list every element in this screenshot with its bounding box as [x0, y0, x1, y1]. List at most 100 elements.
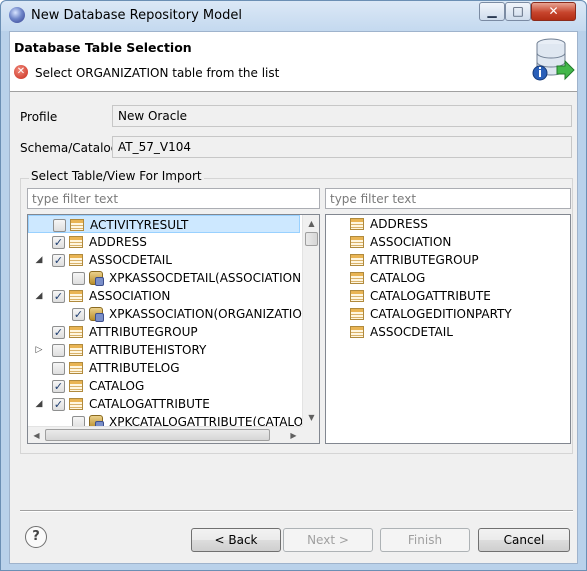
list-item[interactable]: CATALOGEDITIONPARTY [326, 305, 566, 323]
finish-button[interactable]: Finish [380, 528, 470, 552]
minimize-button[interactable]: ▁ [479, 2, 505, 21]
tree-item-label: CATALOGATTRIBUTE [89, 397, 210, 411]
tree-item[interactable]: XPKASSOCDETAIL(ASSOCIATION) [28, 269, 306, 287]
back-button[interactable]: < Back [191, 528, 281, 552]
title-bar[interactable]: New Database Repository Model ▁ □ ✕ [1, 1, 586, 31]
table-icon [69, 236, 83, 248]
list-item[interactable]: CATALOGATTRIBUTE [326, 287, 566, 305]
table-icon [350, 218, 364, 230]
list-item-label: ADDRESS [370, 217, 428, 231]
tree-item-label: ATTRIBUTEGROUP [89, 325, 198, 339]
index-icon [89, 307, 104, 322]
selected-tables-list[interactable]: ADDRESS ASSOCIATION ATTRIBUTEGROUP CATALOG C… [325, 214, 571, 444]
tree-item-label: ATTRIBUTELOG [89, 361, 180, 375]
window-title: New Database Repository Model [31, 8, 242, 23]
expand-toggle-icon[interactable]: ▷ [34, 341, 44, 359]
tree-item-checkbox[interactable]: ✓ [72, 308, 85, 321]
schema-catalog-field: AT_57_V104 [112, 136, 572, 158]
table-icon [69, 290, 83, 302]
tree-item[interactable]: ATTRIBUTELOG [28, 359, 300, 377]
dialog-window: New Database Repository Model ▁ □ ✕ Data… [0, 0, 587, 571]
list-item[interactable]: CATALOG [326, 269, 566, 287]
tree-item-checkbox[interactable] [52, 344, 65, 357]
next-button[interactable]: Next > [283, 528, 373, 552]
tree-item-checkbox[interactable] [53, 219, 66, 232]
table-icon [350, 326, 364, 338]
tree-horizontal-scrollbar[interactable]: ◀ ▶ [28, 426, 302, 443]
list-item[interactable]: ASSOCIATION [326, 233, 566, 251]
table-tree[interactable]: ACTIVITYRESULT ✓ ADDRESS ◢ ✓ ASSOCDETAIL XPKAS… [27, 214, 320, 444]
table-icon [350, 236, 364, 248]
horizontal-scroll-thumb[interactable] [45, 429, 270, 441]
tree-item-checkbox[interactable]: ✓ [52, 290, 65, 303]
tree-item[interactable]: ✓ ATTRIBUTEGROUP [28, 323, 300, 341]
collapse-toggle-icon[interactable]: ◢ [34, 395, 44, 413]
tree-item-label: ADDRESS [89, 235, 147, 249]
selected-filter-input[interactable] [325, 188, 571, 209]
tree-item[interactable]: ✓ XPKASSOCIATION(ORGANIZATION) [28, 305, 315, 323]
tree-item[interactable]: ▷ ATTRIBUTEHISTORY [28, 341, 300, 359]
list-item-label: ASSOCIATION [370, 235, 452, 249]
table-icon [69, 344, 83, 356]
table-icon [69, 362, 83, 374]
tree-item-checkbox[interactable] [72, 272, 85, 285]
schema-catalog-label: Schema/Catalog [20, 141, 119, 155]
database-wizard-icon [532, 38, 575, 81]
scroll-up-icon[interactable]: ▲ [303, 215, 319, 232]
close-button[interactable]: ✕ [531, 2, 576, 21]
vertical-scroll-thumb[interactable] [305, 232, 318, 246]
list-item-label: ASSOCDETAIL [370, 325, 453, 339]
scrollbar-corner [302, 426, 319, 443]
tree-item-checkbox[interactable]: ✓ [52, 254, 65, 267]
help-button[interactable]: ? [25, 526, 47, 548]
tree-item[interactable]: ◢ ✓ CATALOGATTRIBUTE [28, 395, 300, 413]
tree-item[interactable]: ✓ CATALOG [28, 377, 300, 395]
list-item-label: CATALOGEDITIONPARTY [370, 307, 512, 321]
tree-item-checkbox[interactable] [52, 362, 65, 375]
tree-item-label: XPKASSOCIATION(ORGANIZATION) [109, 307, 316, 321]
profile-field: New Oracle [112, 105, 572, 127]
tree-item[interactable]: ◢ ✓ ASSOCDETAIL [28, 251, 300, 269]
table-filter-input[interactable] [27, 188, 320, 209]
list-item-label: ATTRIBUTEGROUP [370, 253, 479, 267]
tree-item-checkbox[interactable]: ✓ [52, 326, 65, 339]
app-globe-icon [9, 7, 25, 23]
table-icon [350, 290, 364, 302]
table-icon [350, 254, 364, 266]
tree-item-checkbox[interactable]: ✓ [52, 398, 65, 411]
group-title: Select Table/View For Import [29, 169, 204, 183]
tree-item-label: ATTRIBUTEHISTORY [89, 343, 207, 357]
maximize-button[interactable]: □ [505, 2, 531, 21]
list-item[interactable]: ADDRESS [326, 215, 566, 233]
collapse-toggle-icon[interactable]: ◢ [34, 287, 44, 305]
scroll-left-icon[interactable]: ◀ [28, 427, 45, 443]
dialog-body: Database Table Selection ✕ Select ORGANI… [9, 31, 578, 564]
collapse-toggle-icon[interactable]: ◢ [34, 251, 44, 269]
tree-item[interactable]: ACTIVITYRESULT [28, 215, 300, 233]
button-bar-separator [20, 510, 573, 512]
error-icon: ✕ [14, 65, 28, 79]
tree-item[interactable]: ✓ ADDRESS [28, 233, 300, 251]
list-item[interactable]: ASSOCDETAIL [326, 323, 566, 341]
cancel-button[interactable]: Cancel [478, 528, 570, 552]
tree-item-label: CATALOG [89, 379, 145, 393]
table-icon [350, 272, 364, 284]
table-icon [69, 326, 83, 338]
profile-label: Profile [20, 110, 58, 124]
scroll-right-icon[interactable]: ▶ [285, 427, 302, 443]
tree-item-label: ASSOCDETAIL [89, 253, 172, 267]
list-item[interactable]: ATTRIBUTEGROUP [326, 251, 566, 269]
tree-vertical-scrollbar[interactable]: ▲ ▼ [302, 215, 319, 426]
tree-item-label: ASSOCIATION [89, 289, 171, 303]
wizard-header: Database Table Selection ✕ Select ORGANI… [10, 32, 577, 92]
tree-item-label: XPKASSOCDETAIL(ASSOCIATION) [109, 271, 306, 285]
list-item-label: CATALOGATTRIBUTE [370, 289, 491, 303]
table-icon [69, 398, 83, 410]
tree-item[interactable]: ◢ ✓ ASSOCIATION [28, 287, 300, 305]
tree-item-checkbox[interactable]: ✓ [52, 236, 65, 249]
scroll-down-icon[interactable]: ▼ [303, 409, 319, 426]
table-icon [69, 254, 83, 266]
tree-item-checkbox[interactable]: ✓ [52, 380, 65, 393]
table-icon [70, 219, 84, 231]
error-message: Select ORGANIZATION table from the list [35, 66, 280, 80]
